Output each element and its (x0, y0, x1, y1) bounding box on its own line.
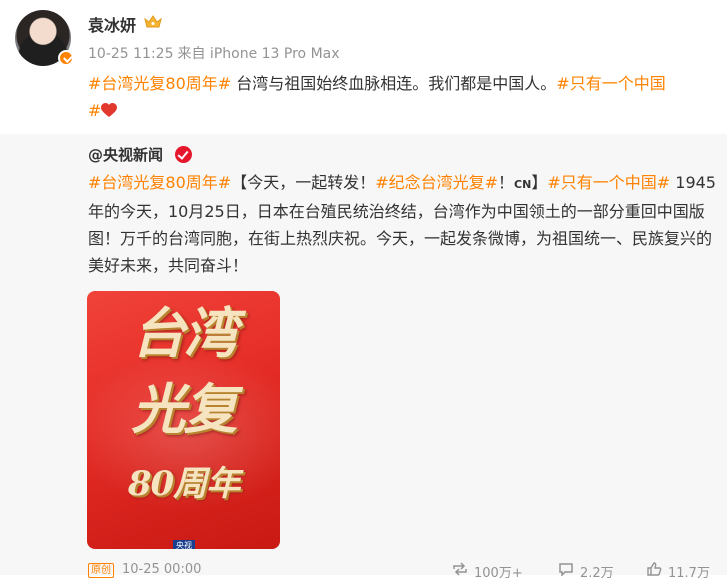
weibo-post: 袁冰妍 10-25 11:25 来自 iPhone 13 Pro Max #台湾光… (0, 0, 727, 581)
repost-icon (453, 562, 467, 576)
original-text: #台湾光复80周年#【今天，一起转发！#纪念台湾光复#！CN】#只有一个中国# … (88, 169, 718, 279)
username[interactable]: 袁冰妍 (88, 12, 136, 36)
like-count[interactable]: 11.7万 (647, 562, 710, 581)
text-segment: ！ (498, 173, 515, 192)
red-verified-icon (175, 146, 192, 163)
post-time[interactable]: 10-25 11:25 (88, 46, 173, 62)
topic-link[interactable]: #台湾光复80周年# (88, 173, 231, 192)
heart-icon (101, 99, 118, 117)
text-segment: 】 (531, 173, 548, 192)
topic-link[interactable]: #纪念台湾光复# (375, 173, 498, 192)
post-text: #台湾光复80周年# 台湾与祖国始终血脉相连。我们都是中国人。#只有一个中国 # (88, 70, 718, 124)
post-body: 台湾与祖国始终血脉相连。我们都是中国人。 (231, 74, 557, 93)
topic-link[interactable]: #台湾光复80周年# (88, 74, 231, 93)
cn-badge[interactable]: CN (514, 178, 531, 191)
cctv-logo: 央视 (173, 540, 195, 549)
original-author[interactable]: @央视新闻 (88, 144, 163, 165)
comment-icon (559, 563, 573, 576)
post-meta: 10-25 11:25 来自 iPhone 13 Pro Max (88, 43, 340, 63)
poster-title-line3: 80周年 (127, 464, 240, 504)
like-icon (647, 562, 662, 576)
text-segment: 【今天，一起转发！ (231, 173, 376, 192)
repost-container[interactable]: @央视新闻 #台湾光复80周年#【今天，一起转发！#纪念台湾光复#！CN】#只有… (0, 134, 727, 581)
post-source: 来自 iPhone 13 Pro Max (177, 46, 340, 62)
crown-icon[interactable] (144, 15, 162, 28)
comment-count[interactable]: 2.2万 (559, 562, 614, 581)
repost-count[interactable]: 100万+ (453, 562, 523, 581)
poster-image[interactable]: 台湾 光复 80周年 央视 (87, 291, 280, 549)
verified-badge-icon (58, 50, 74, 66)
poster-title-line1: 台湾 (131, 301, 238, 365)
poster-title-line2: 光复 (131, 377, 238, 441)
topic-link[interactable]: #只有一个中国# (547, 173, 670, 192)
original-tag: 原创 (88, 563, 114, 578)
repost-footer: 原创 10-25 00:00 100万+ 2.2万 11.7万 (0, 562, 727, 581)
